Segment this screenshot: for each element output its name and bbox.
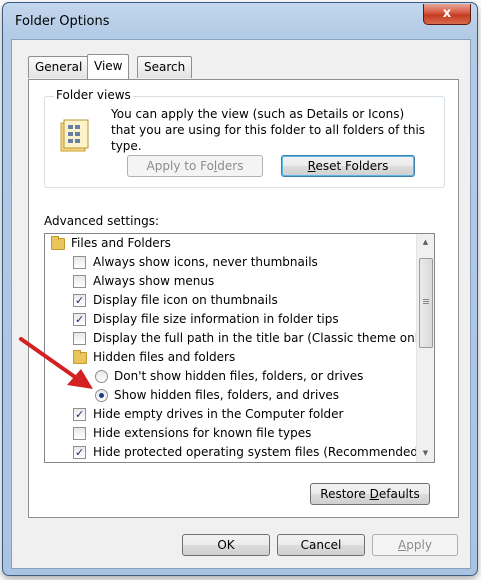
checkbox[interactable]: [73, 427, 86, 440]
tab-search[interactable]: Search: [137, 56, 193, 78]
folder-views-description: You can apply the view (such as Details …: [111, 107, 426, 153]
checkbox-checked[interactable]: [73, 310, 86, 329]
checkbox-checked[interactable]: [73, 405, 86, 424]
list-item-label: Display file size information in folder …: [93, 312, 339, 326]
annotation-arrow-shaft: [19, 337, 77, 379]
apply-to-folders-button[interactable]: Apply to Folders: [127, 155, 263, 177]
list-item-label: Hide empty drives in the Computer folder: [93, 407, 344, 421]
apply-button[interactable]: Apply: [372, 534, 458, 556]
ok-button[interactable]: OK: [182, 534, 270, 556]
dialog-client: General View Search Folder views You can…: [11, 39, 471, 569]
list-item-label: Hide protected operating system files (R…: [93, 445, 423, 459]
list-item-label: Don't show hidden files, folders, or dri…: [114, 369, 364, 383]
annotation-arrow-icon: [19, 337, 93, 389]
checkbox[interactable]: [73, 275, 86, 288]
apply-to-folders-label-post: ders: [217, 159, 244, 173]
scroll-thumb[interactable]: [419, 258, 433, 348]
scroll-down-icon[interactable]: ▼: [417, 445, 434, 462]
grip-icon: [423, 299, 429, 300]
apply-label: pply: [406, 538, 432, 552]
scroll-up-icon[interactable]: ▲: [417, 234, 434, 251]
vertical-scrollbar[interactable]: ▲ ▼: [416, 234, 434, 462]
list-item-label: Display the full path in the title bar (…: [93, 331, 430, 345]
list-item-label: Display file icon on thumbnails: [93, 293, 278, 307]
list-item-label: Files and Folders: [71, 236, 171, 250]
folder-views-label: Folder views: [54, 88, 133, 102]
apply-to-folders-label-pre: Apply to Fo: [146, 159, 214, 173]
window-title: Folder Options: [15, 14, 110, 29]
restore-defaults-label-pre: Restore: [320, 487, 370, 501]
advanced-settings-list[interactable]: Files and Folders Always show icons, nev…: [44, 233, 435, 463]
folder-icon: [51, 236, 65, 250]
cancel-button[interactable]: Cancel: [277, 534, 365, 556]
close-button[interactable]: x: [423, 4, 471, 25]
list-item-label: Hide extensions for known file types: [93, 426, 312, 440]
list-item-label: Always show menus: [93, 274, 215, 288]
folder-options-window: Folder Options x General View Search Fol…: [2, 2, 478, 576]
tab-view[interactable]: View: [87, 54, 130, 79]
list-item-label: Hidden files and folders: [93, 350, 236, 364]
restore-defaults-button[interactable]: Restore Defaults: [310, 483, 430, 505]
reset-folders-button[interactable]: Reset Folders: [281, 155, 415, 177]
checkbox-checked[interactable]: [73, 443, 86, 462]
list-item-label: Show hidden files, folders, and drives: [114, 388, 340, 402]
advanced-settings-label: Advanced settings:: [44, 214, 159, 228]
view-tab-panel: Folder views You can apply the view (suc…: [28, 79, 459, 518]
reset-folders-label: eset Folders: [315, 159, 389, 173]
restore-defaults-label-post: efaults: [378, 487, 420, 501]
list-item-label: Always show icons, never thumbnails: [93, 255, 318, 269]
checkbox[interactable]: [73, 256, 86, 269]
restore-defaults-accesskey: D: [369, 487, 379, 501]
tab-general[interactable]: General: [28, 56, 90, 78]
checkbox-checked[interactable]: [73, 291, 86, 310]
folder-views-group: Folder views You can apply the view (suc…: [44, 88, 445, 188]
folder-views-icon: [60, 119, 89, 152]
